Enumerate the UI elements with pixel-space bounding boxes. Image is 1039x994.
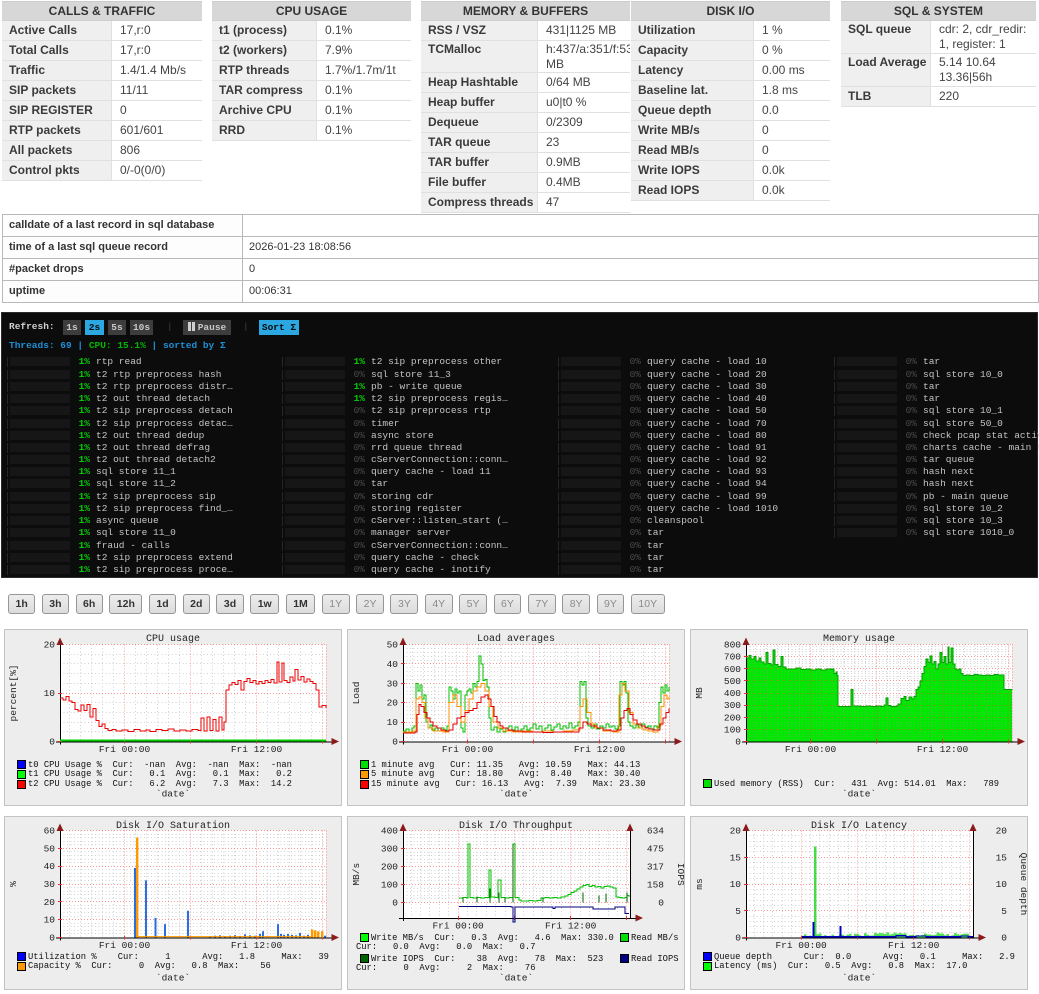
svg-text:Fri 00:00: Fri 00:00 bbox=[99, 940, 151, 951]
svg-text:10: 10 bbox=[44, 688, 56, 699]
svg-text:700: 700 bbox=[724, 652, 741, 663]
svg-text:20: 20 bbox=[387, 698, 399, 709]
svg-text:Fri 00:00: Fri 00:00 bbox=[442, 744, 494, 755]
svg-text:Queue depth: Queue depth bbox=[1018, 853, 1027, 916]
svg-text:Fri 00:00: Fri 00:00 bbox=[99, 744, 151, 755]
svg-text:CPU usage: CPU usage bbox=[146, 634, 200, 645]
svg-text:Fri 12:00: Fri 12:00 bbox=[574, 744, 626, 755]
svg-text:500: 500 bbox=[724, 676, 741, 687]
svg-text:30: 30 bbox=[387, 678, 399, 689]
svg-text:Fri 00:00: Fri 00:00 bbox=[775, 940, 827, 951]
svg-text:`date`: `date` bbox=[842, 973, 876, 984]
svg-text:100: 100 bbox=[724, 724, 741, 735]
svg-text:Disk I/O Throughput: Disk I/O Throughput bbox=[459, 820, 573, 832]
svg-text:60: 60 bbox=[44, 826, 56, 837]
svg-text:20: 20 bbox=[996, 826, 1008, 837]
svg-text:Fri 12:00: Fri 12:00 bbox=[545, 921, 597, 932]
svg-text:158: 158 bbox=[647, 880, 664, 891]
svg-text:Disk I/O Latency: Disk I/O Latency bbox=[811, 820, 907, 832]
svg-text:5: 5 bbox=[1001, 906, 1007, 917]
svg-text:300: 300 bbox=[381, 844, 398, 855]
svg-text:0: 0 bbox=[735, 933, 741, 944]
svg-text:15: 15 bbox=[996, 852, 1008, 863]
svg-text:50: 50 bbox=[387, 640, 399, 651]
svg-text:400: 400 bbox=[724, 688, 741, 699]
svg-text:0: 0 bbox=[1001, 933, 1007, 944]
svg-text:Fri 12:00: Fri 12:00 bbox=[917, 744, 969, 755]
svg-text:Load: Load bbox=[351, 682, 362, 705]
svg-text:10: 10 bbox=[387, 717, 399, 728]
svg-text:MB/s: MB/s bbox=[351, 863, 362, 886]
svg-text:317: 317 bbox=[647, 862, 664, 873]
svg-text:`date`: `date` bbox=[842, 789, 876, 800]
svg-text:400: 400 bbox=[381, 826, 398, 837]
svg-text:20: 20 bbox=[730, 826, 742, 837]
svg-text:`date`: `date` bbox=[156, 973, 190, 984]
svg-text:10: 10 bbox=[996, 879, 1008, 890]
svg-text:5: 5 bbox=[735, 906, 741, 917]
svg-text:`date`: `date` bbox=[156, 789, 190, 800]
svg-text:`date`: `date` bbox=[499, 789, 533, 800]
svg-text:0: 0 bbox=[392, 737, 398, 748]
svg-text:20: 20 bbox=[44, 640, 56, 651]
svg-text:200: 200 bbox=[381, 862, 398, 873]
svg-text:634: 634 bbox=[647, 826, 664, 837]
svg-text:%: % bbox=[8, 881, 19, 887]
svg-text:Fri 12:00: Fri 12:00 bbox=[231, 744, 283, 755]
svg-text:percent[%]: percent[%] bbox=[8, 664, 19, 721]
svg-text:0: 0 bbox=[49, 933, 55, 944]
svg-text:40: 40 bbox=[387, 659, 399, 670]
svg-text:10: 10 bbox=[730, 879, 742, 890]
svg-text:15: 15 bbox=[730, 852, 742, 863]
svg-text:200: 200 bbox=[724, 712, 741, 723]
svg-text:0: 0 bbox=[392, 898, 398, 909]
svg-text:30: 30 bbox=[44, 879, 56, 890]
svg-text:300: 300 bbox=[724, 700, 741, 711]
svg-text:475: 475 bbox=[647, 844, 664, 855]
svg-text:Fri 12:00: Fri 12:00 bbox=[888, 940, 940, 951]
svg-text:600: 600 bbox=[724, 664, 741, 675]
svg-text:40: 40 bbox=[44, 861, 56, 872]
svg-text:Fri 12:00: Fri 12:00 bbox=[231, 940, 283, 951]
svg-text:0: 0 bbox=[49, 737, 55, 748]
svg-text:`date`: `date` bbox=[499, 973, 533, 984]
svg-text:20: 20 bbox=[44, 897, 56, 908]
svg-text:50: 50 bbox=[44, 843, 56, 854]
svg-text:MB: MB bbox=[694, 687, 705, 699]
svg-text:Fri 00:00: Fri 00:00 bbox=[785, 744, 837, 755]
svg-text:10: 10 bbox=[44, 915, 56, 926]
svg-text:0: 0 bbox=[735, 737, 741, 748]
svg-text:Memory usage: Memory usage bbox=[823, 634, 895, 645]
svg-text:0: 0 bbox=[658, 898, 664, 909]
svg-text:800: 800 bbox=[724, 640, 741, 651]
svg-text:100: 100 bbox=[381, 880, 398, 891]
svg-text:Load averages: Load averages bbox=[477, 633, 555, 645]
svg-text:Disk I/O Saturation: Disk I/O Saturation bbox=[116, 820, 230, 832]
svg-text:Fri 00:00: Fri 00:00 bbox=[432, 921, 484, 932]
svg-text:IOPS: IOPS bbox=[675, 863, 684, 886]
svg-text:ms: ms bbox=[694, 878, 705, 889]
